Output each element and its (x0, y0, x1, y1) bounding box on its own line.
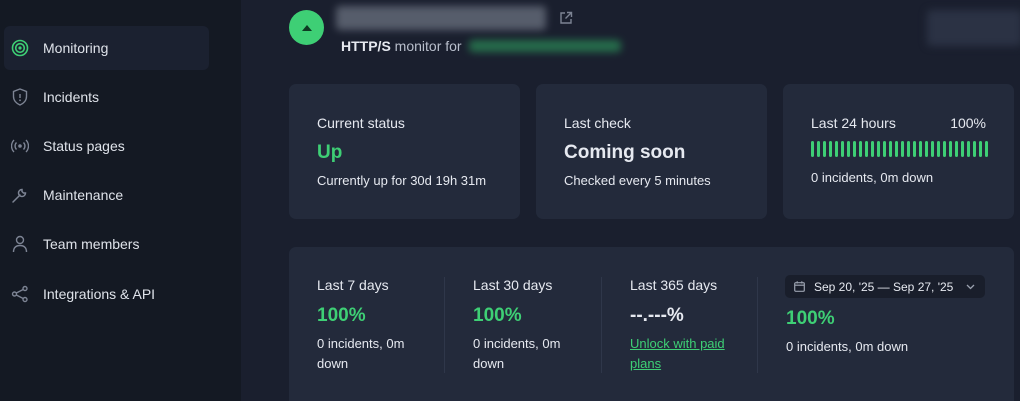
broadcast-icon (10, 136, 30, 156)
card-label: Last 24 hours (811, 115, 896, 131)
wrench-icon (10, 185, 30, 205)
date-range-picker[interactable]: Sep 20, '25 — Sep 27, '25 (785, 275, 985, 298)
monitor-url-redacted[interactable] (469, 40, 621, 52)
uptime-bar (829, 141, 832, 157)
uptime-bar (883, 141, 886, 157)
period-detail: 0 incidents, 0m down (786, 339, 909, 354)
uptime-bar (877, 141, 880, 157)
uptime-bar (955, 141, 958, 157)
divider (444, 277, 445, 373)
period-value: --.---% (630, 305, 684, 326)
status-value: Up (317, 142, 343, 163)
last-check-detail: Checked every 5 minutes (564, 173, 711, 188)
uptime-bar (931, 141, 934, 157)
uptime-bar (919, 141, 922, 157)
uptime-bar (937, 141, 940, 157)
uptime-bar (835, 141, 838, 157)
sidebar-item-status-pages[interactable]: Status pages (4, 124, 209, 168)
shield-icon (10, 87, 30, 107)
uptime-bar (901, 141, 904, 157)
main-content: HTTP/S monitor for Current status Up Cur… (241, 0, 1020, 401)
uptime-bar (967, 141, 970, 157)
monitor-subtitle-text: monitor for (394, 38, 462, 54)
uptime-bar (811, 141, 814, 157)
sidebar: Monitoring Incidents Status pages Mainte… (0, 0, 241, 401)
uptime-bar (823, 141, 826, 157)
caret-up-icon (301, 24, 312, 31)
sidebar-item-integrations-api[interactable]: Integrations & API (4, 272, 209, 316)
calendar-icon (794, 281, 805, 292)
card-label: Current status (317, 115, 405, 131)
header-actions-redacted[interactable] (927, 10, 1020, 46)
nodes-icon (10, 284, 30, 304)
card-label: Last check (564, 115, 631, 131)
sidebar-item-label: Maintenance (43, 187, 124, 203)
sidebar-item-label: Incidents (43, 89, 100, 105)
uptime-bar (979, 141, 982, 157)
divider (601, 277, 602, 373)
target-icon (10, 38, 30, 58)
uptime-bar (985, 141, 988, 157)
last-check-value: Coming soon (564, 142, 686, 163)
uptime-bar (841, 141, 844, 157)
last-24h-detail: 0 incidents, 0m down (811, 170, 934, 185)
uptime-bar (961, 141, 964, 157)
uptime-bar-chart (811, 141, 988, 157)
current-status-card: Current status Up Currently up for 30d 1… (289, 84, 520, 219)
uptime-bar (949, 141, 952, 157)
uptime-bar (871, 141, 874, 157)
uptime-bar (817, 141, 820, 157)
external-link-icon[interactable] (559, 11, 573, 30)
monitor-subtitle: HTTP/S monitor for (341, 38, 462, 54)
uptime-bar (973, 141, 976, 157)
last-24h-card: Last 24 hours 100% 0 incidents, 0m down (783, 84, 1014, 219)
period-value: 100% (473, 305, 522, 326)
sidebar-item-maintenance[interactable]: Maintenance (4, 173, 209, 217)
divider (757, 277, 758, 373)
period-label: Last 365 days (630, 277, 718, 293)
chevron-down-icon (966, 284, 975, 290)
sidebar-item-team-members[interactable]: Team members (4, 222, 209, 266)
status-indicator (289, 10, 324, 45)
sidebar-item-label: Monitoring (43, 40, 109, 56)
period-detail: 0 incidents, 0m down (473, 336, 561, 371)
uptime-bar (925, 141, 928, 157)
period-label: Last 7 days (317, 277, 389, 293)
sidebar-item-incidents[interactable]: Incidents (4, 75, 209, 119)
unlock-paid-plans-link[interactable]: Unlock with paid plans (630, 334, 740, 374)
monitor-title-redacted (336, 6, 546, 30)
sidebar-item-label: Integrations & API (43, 286, 156, 302)
uptime-bar (913, 141, 916, 157)
last-24h-percent: 100% (950, 115, 986, 131)
uptime-bar (907, 141, 910, 157)
last-check-card: Last check Coming soon Checked every 5 m… (536, 84, 767, 219)
monitor-type: HTTP/S (341, 38, 391, 54)
uptime-bar (847, 141, 850, 157)
period-detail: 0 incidents, 0m down (317, 336, 405, 371)
sidebar-item-label: Status pages (43, 138, 125, 154)
sidebar-item-monitoring[interactable]: Monitoring (4, 26, 209, 70)
uptime-bar (865, 141, 868, 157)
period-label: Last 30 days (473, 277, 553, 293)
uptime-bar (853, 141, 856, 157)
uptime-bar (943, 141, 946, 157)
period-value: 100% (786, 308, 835, 329)
status-detail: Currently up for 30d 19h 31m (317, 173, 487, 188)
uptime-summary-card: Last 7 days 100% 0 incidents, 0m down La… (289, 247, 1014, 401)
person-icon (10, 234, 30, 254)
uptime-bar (895, 141, 898, 157)
sidebar-item-label: Team members (43, 236, 140, 252)
uptime-bar (889, 141, 892, 157)
period-value: 100% (317, 305, 366, 326)
uptime-bar (859, 141, 862, 157)
date-range-value: Sep 20, '25 — Sep 27, '25 (814, 279, 954, 294)
